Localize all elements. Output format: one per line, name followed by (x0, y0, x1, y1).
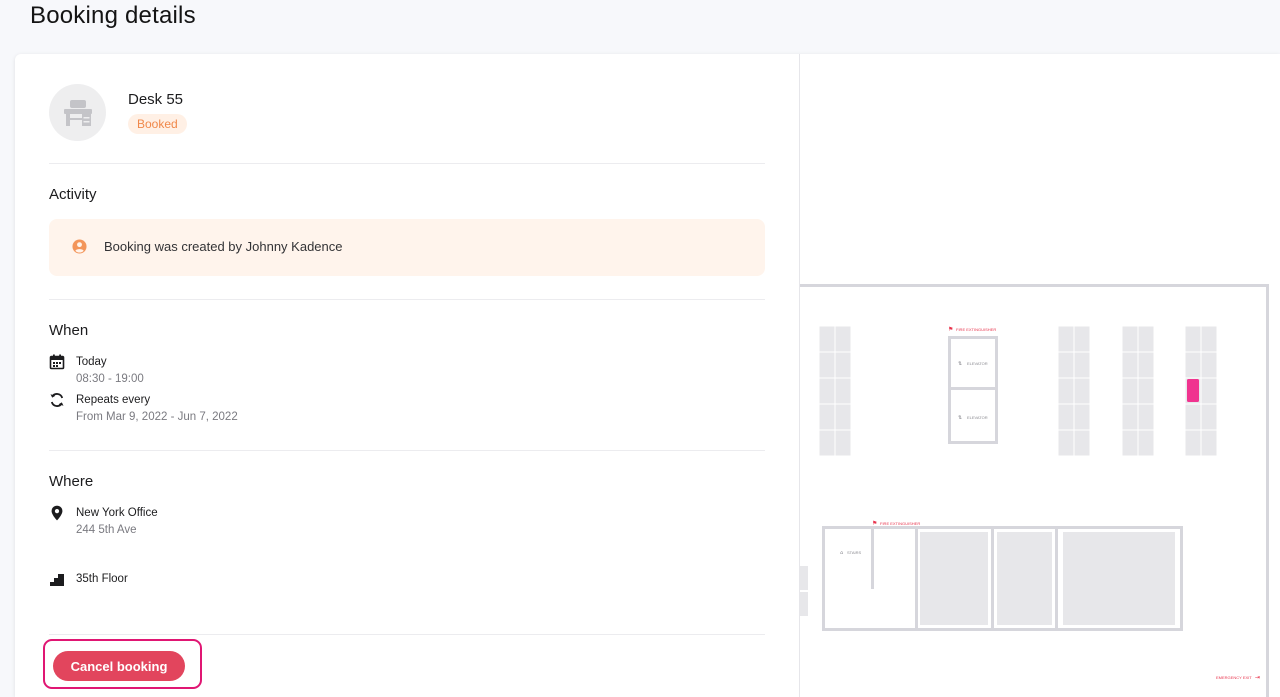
divider (49, 450, 765, 451)
activity-entry-text: Booking was created by Johnny Kadence (104, 239, 343, 254)
resource-avatar (49, 84, 106, 141)
resource-name: Desk 55 (128, 91, 184, 108)
divider (49, 634, 765, 635)
booking-time-range: 08:30 - 19:00 (76, 373, 144, 385)
fire-extinguisher-icon: ⚑ (948, 326, 953, 333)
when-heading: When (49, 322, 89, 339)
status-badge: Booked (128, 114, 187, 134)
selected-desk[interactable] (1187, 379, 1199, 402)
divider (49, 163, 765, 164)
lower-rooms (800, 526, 1183, 631)
desk-cluster (1121, 325, 1155, 457)
repeat-icon (50, 393, 64, 407)
floor-stairs-icon (50, 574, 64, 586)
repeat-range: From Mar 9, 2022 - Jun 7, 2022 (76, 411, 238, 423)
stairs-label: STAIRS (847, 550, 861, 555)
emergency-exit-icon: ⇥ (1255, 674, 1260, 681)
desk-icon (63, 99, 92, 126)
elevator-icon: ⇅ (958, 415, 962, 421)
elevator-label: ELEVATOR (967, 361, 988, 366)
elevator-icon: ⇅ (958, 361, 962, 367)
office-name: New York Office (76, 507, 158, 519)
floor-plan-map: ELEVATOR ELEVATOR ⇅ ⇅ ⚑ FIRE EXTINGUISHE… (800, 284, 1269, 697)
where-heading: Where (49, 473, 94, 490)
location-pin-icon (51, 505, 63, 521)
cancel-booking-button[interactable]: Cancel booking (53, 651, 185, 681)
emergency-exit-label: EMERGENCY EXIT (1216, 675, 1252, 680)
activity-entry: Booking was created by Johnny Kadence (49, 219, 765, 276)
office-address: 244 5th Ave (76, 524, 137, 536)
booking-details-card: Desk 55 Booked Activity Booking was crea… (15, 54, 1280, 697)
fire-extinguisher-label: FIRE EXTINGUISHER (880, 521, 920, 526)
fire-extinguisher-icon: ⚑ (872, 520, 877, 527)
fire-extinguisher-label: FIRE EXTINGUISHER (956, 327, 996, 332)
booking-date: Today (76, 356, 107, 368)
divider (49, 299, 765, 300)
floor-plan[interactable]: ELEVATOR ELEVATOR ⇅ ⇅ ⚑ FIRE EXTINGUISHE… (800, 54, 1280, 697)
desk-cluster (818, 325, 852, 457)
repeat-label: Repeats every (76, 394, 151, 406)
floor-name: 35th Floor (76, 573, 128, 585)
user-circle-icon (72, 239, 87, 254)
desk-cluster (1057, 325, 1091, 457)
page-title: Booking details (30, 2, 196, 29)
stairs-icon: ⌂ (840, 550, 843, 556)
details-panel: Desk 55 Booked Activity Booking was crea… (15, 54, 800, 697)
elevator-label: ELEVATOR (967, 415, 988, 420)
calendar-icon (49, 354, 65, 370)
activity-heading: Activity (49, 186, 97, 203)
elevator-core (948, 336, 998, 444)
